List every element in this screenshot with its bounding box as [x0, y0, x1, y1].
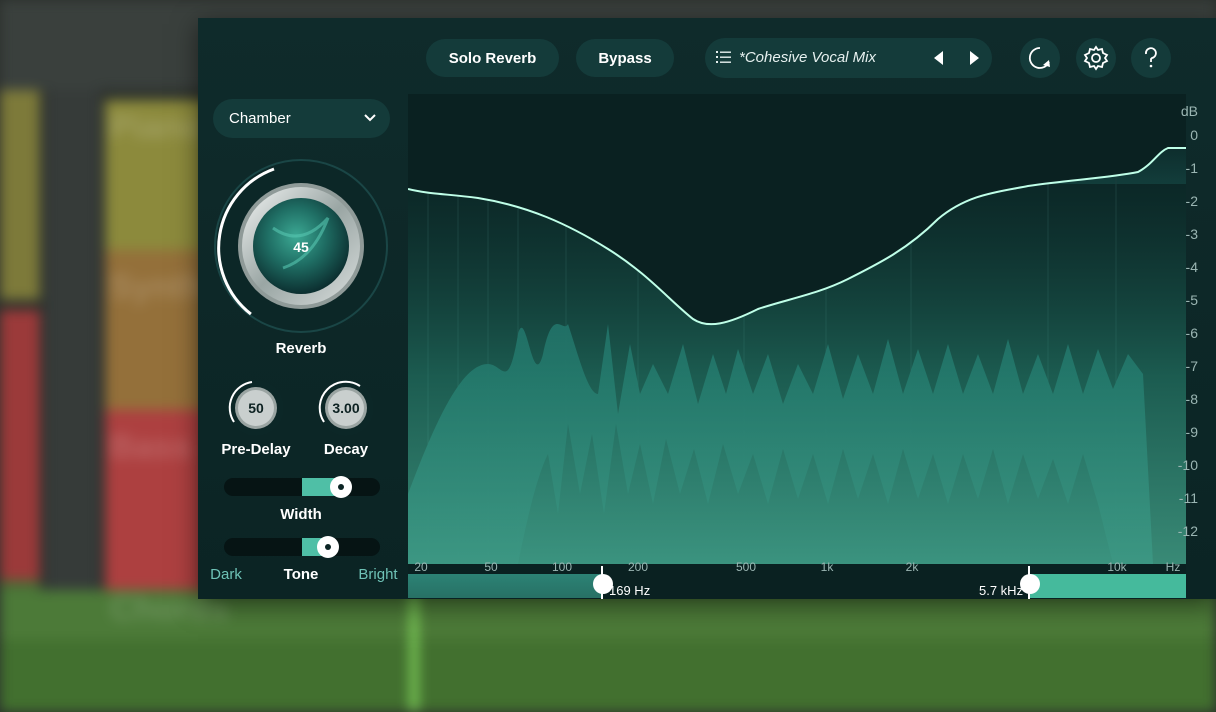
- hz-tick: 1k: [820, 560, 834, 574]
- db-tick: -11: [1178, 490, 1198, 506]
- tone-slider-thumb[interactable]: [317, 536, 339, 558]
- eq-spectrum-display[interactable]: dB 0 -1 -2 -3 -4 -5 -6 -7 -8 -9 -10 -11 …: [408, 94, 1198, 599]
- list-icon: [716, 51, 731, 63]
- decay-value: 3.00: [332, 400, 359, 416]
- db-tick: -2: [1185, 193, 1198, 209]
- db-tick: -9: [1185, 424, 1198, 440]
- previous-preset-icon[interactable]: [932, 50, 946, 66]
- refresh-icon: [1028, 47, 1050, 69]
- high-cut-value: 5.7 kHz: [979, 583, 1024, 598]
- question-icon: [1145, 47, 1157, 68]
- db-tick: -1: [1185, 160, 1198, 176]
- reverb-label: Reverb: [275, 340, 327, 357]
- chevron-down-icon: [364, 114, 376, 122]
- db-tick: -7: [1185, 358, 1198, 374]
- pre-delay-knob[interactable]: 50: [226, 378, 286, 438]
- hz-tick: 10k: [1107, 560, 1127, 574]
- decay-knob[interactable]: 3.00: [316, 378, 376, 438]
- db-tick: -10: [1177, 457, 1198, 473]
- tone-bright-label: Bright: [358, 566, 398, 583]
- low-cut-value: 169 Hz: [609, 583, 651, 598]
- db-tick: -8: [1185, 391, 1198, 407]
- hz-tick: 2k: [905, 560, 919, 574]
- db-tick: -6: [1185, 325, 1198, 341]
- reverb-value: 45: [293, 239, 309, 255]
- tone-slider[interactable]: [224, 536, 380, 558]
- pre-delay-value: 50: [248, 400, 264, 416]
- hz-tick: 500: [735, 560, 757, 574]
- width-label: Width: [280, 506, 322, 523]
- db-tick: -5: [1185, 292, 1198, 308]
- hz-tick: 50: [484, 560, 498, 574]
- tone-dark-label: Dark: [210, 566, 242, 583]
- reverb-type-value: Chamber: [229, 110, 291, 127]
- width-slider[interactable]: [224, 476, 380, 498]
- help-button[interactable]: [1131, 38, 1171, 78]
- reverb-plugin-window: Solo Reverb Bypass *Cohesive Vocal Mix C…: [198, 18, 1216, 599]
- db-tick: 0: [1190, 127, 1198, 143]
- db-unit-label: dB: [1180, 103, 1198, 119]
- hz-tick: 20: [414, 560, 428, 574]
- pre-delay-label: Pre-Delay: [221, 441, 291, 458]
- db-tick: -12: [1177, 523, 1198, 539]
- tone-label: Tone: [283, 566, 319, 583]
- decay-label: Decay: [323, 441, 369, 458]
- next-preset-icon[interactable]: [967, 50, 981, 66]
- hz-unit-label: Hz: [1165, 560, 1181, 574]
- db-tick: -3: [1185, 226, 1198, 242]
- bypass-button[interactable]: Bypass: [576, 39, 674, 77]
- reverb-knob[interactable]: 45: [213, 158, 393, 338]
- spectrum-graph: [408, 94, 1186, 599]
- preset-selector[interactable]: *Cohesive Vocal Mix: [705, 38, 992, 78]
- gear-icon: [1083, 45, 1109, 71]
- solo-reverb-button[interactable]: Solo Reverb: [426, 39, 559, 77]
- refresh-button[interactable]: [1020, 38, 1060, 78]
- preset-name: *Cohesive Vocal Mix: [739, 49, 876, 66]
- hz-tick: 200: [627, 560, 649, 574]
- settings-button[interactable]: [1076, 38, 1116, 78]
- db-tick: -4: [1185, 259, 1198, 275]
- hz-tick: 100: [551, 560, 573, 574]
- width-slider-thumb[interactable]: [330, 476, 352, 498]
- reverb-type-dropdown[interactable]: Chamber: [213, 99, 390, 138]
